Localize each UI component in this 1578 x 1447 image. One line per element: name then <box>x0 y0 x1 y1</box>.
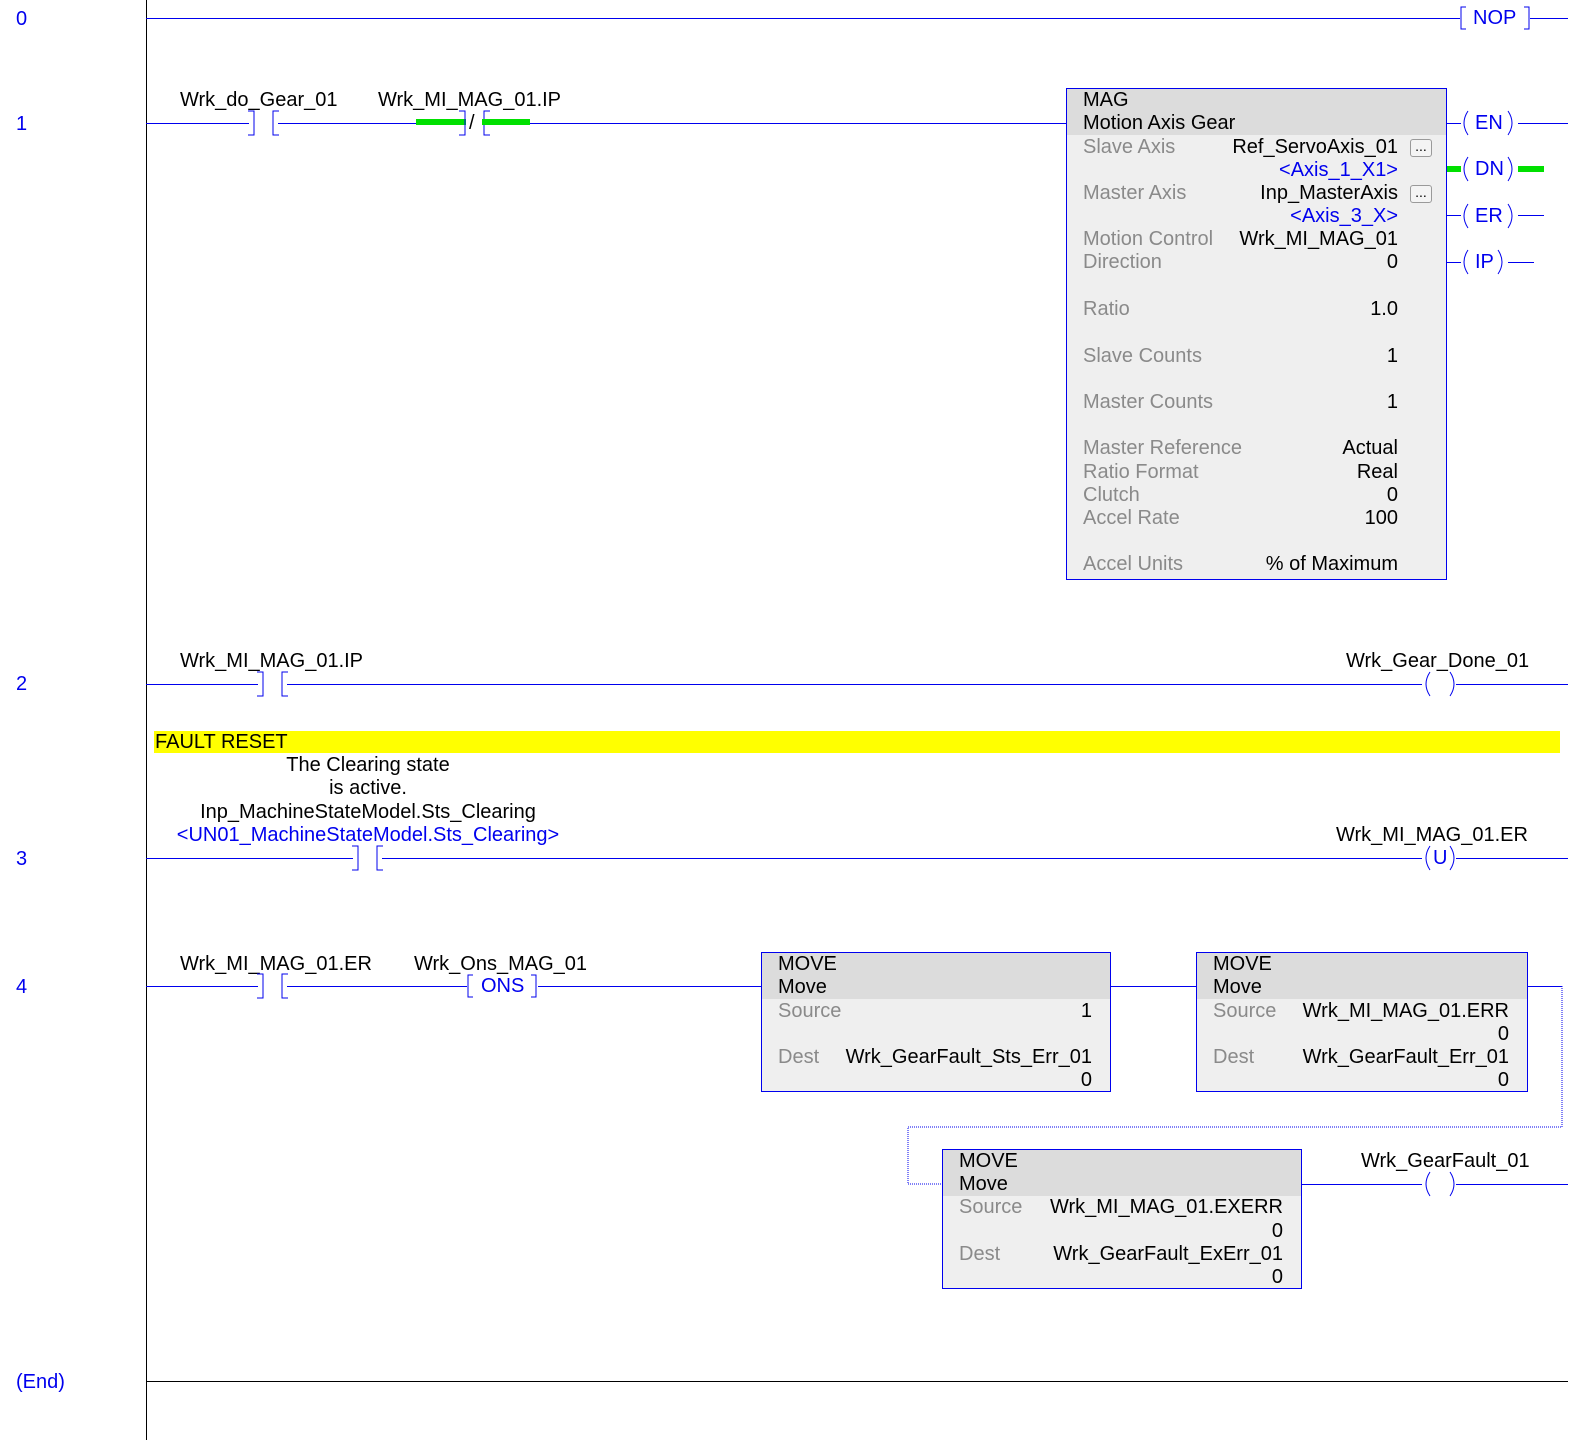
move3-source-label: Source <box>959 1196 1023 1218</box>
move3-title: MOVE <box>959 1150 1018 1172</box>
ote-coil-icon[interactable] <box>1420 1171 1460 1198</box>
move3-source-num: 0 <box>1271 1220 1283 1242</box>
rung4-wire-f <box>1302 1184 1422 1185</box>
move3-dest-num: 0 <box>1271 1266 1283 1288</box>
move3-dest-label: Dest <box>959 1243 1001 1265</box>
end-rung-line <box>146 1381 1568 1382</box>
move3-subtitle: Move <box>959 1173 1008 1195</box>
rung4-wire-g <box>1456 1184 1568 1185</box>
move3-source-value[interactable]: Wrk_MI_MAG_01.EXERR <box>1030 1196 1283 1218</box>
branch-wire <box>907 986 1563 1185</box>
move3-dest-value[interactable]: Wrk_GearFault_ExErr_01 <box>1030 1243 1283 1265</box>
rung4-coil-tag[interactable]: Wrk_GearFault_01 <box>1361 1150 1530 1172</box>
